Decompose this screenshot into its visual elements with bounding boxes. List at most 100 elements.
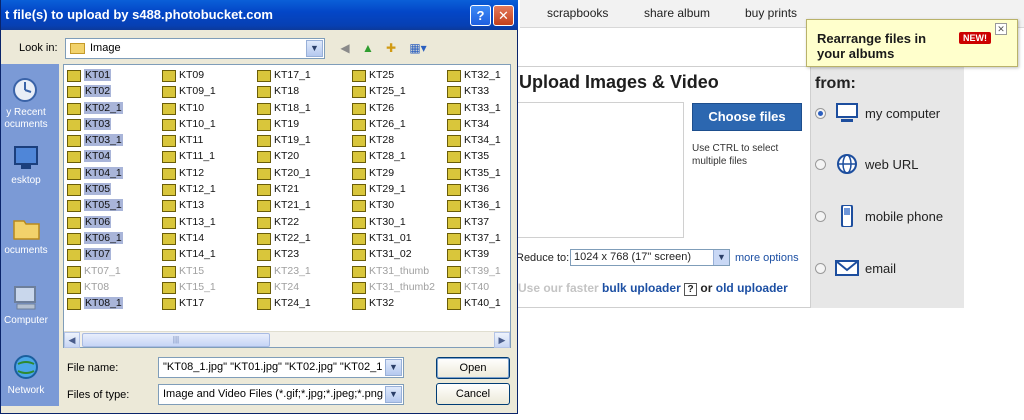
file-item[interactable]: KT21_1 — [255, 198, 343, 214]
file-item[interactable]: KT32 — [350, 296, 438, 312]
file-item[interactable]: KT06_1 — [65, 231, 153, 247]
file-item[interactable]: KT30 — [350, 198, 438, 214]
file-item[interactable]: KT17 — [160, 296, 248, 312]
file-item[interactable]: KT14_1 — [160, 247, 248, 263]
file-item[interactable]: KT18 — [255, 84, 343, 100]
file-item[interactable]: KT10 — [160, 101, 248, 117]
file-item[interactable]: KT08_1 — [65, 296, 153, 312]
source-mobile-phone[interactable]: mobile phone — [815, 205, 960, 231]
file-item[interactable]: KT12 — [160, 166, 248, 182]
place-recent-documents[interactable]: y Recent ocuments — [1, 76, 59, 142]
file-item[interactable]: KT29_1 — [350, 182, 438, 198]
new-folder-icon[interactable]: ✚ — [382, 39, 400, 57]
file-item[interactable]: KT20_1 — [255, 166, 343, 182]
file-item[interactable]: KT11 — [160, 133, 248, 149]
nav-buy-prints-link[interactable]: buy prints — [745, 6, 797, 20]
reduce-size-select[interactable]: 1024 x 768 (17" screen) ▼ — [570, 249, 730, 266]
scroll-right-button[interactable]: ▶ — [494, 332, 510, 348]
chevron-down-icon[interactable]: ▼ — [385, 359, 402, 376]
source-radio[interactable] — [815, 108, 826, 119]
file-item[interactable]: KT22 — [255, 215, 343, 231]
file-item[interactable]: KT03_1 — [65, 133, 153, 149]
look-in-select[interactable]: Image ▼ — [65, 38, 325, 59]
bulk-uploader-link[interactable]: bulk uploader — [602, 281, 681, 295]
file-item[interactable]: KT02 — [65, 84, 153, 100]
file-item[interactable]: KT21 — [255, 182, 343, 198]
help-icon[interactable]: ? — [684, 283, 698, 296]
file-name-input[interactable]: "KT08_1.jpg" "KT01.jpg" "KT02.jpg" "KT02… — [158, 357, 404, 378]
file-item[interactable]: KT02_1 — [65, 101, 153, 117]
file-item[interactable]: KT32_1 — [445, 68, 510, 84]
file-item[interactable]: KT36_1 — [445, 198, 510, 214]
file-item[interactable]: KT40_1 — [445, 296, 510, 312]
up-folder-icon[interactable]: ▲ — [359, 39, 377, 57]
more-options-link[interactable]: more options — [735, 252, 799, 264]
file-item[interactable]: KT23 — [255, 247, 343, 263]
file-item[interactable]: KT35 — [445, 149, 510, 165]
file-item[interactable]: KT18_1 — [255, 101, 343, 117]
place-my-computer[interactable]: Computer — [1, 284, 59, 350]
file-item[interactable]: KT37 — [445, 215, 510, 231]
close-button[interactable]: ✕ — [493, 5, 514, 26]
file-item[interactable]: KT06 — [65, 215, 153, 231]
file-item[interactable]: KT35_1 — [445, 166, 510, 182]
file-item[interactable]: KT34_1 — [445, 133, 510, 149]
file-item[interactable]: KT30_1 — [350, 215, 438, 231]
old-uploader-link[interactable]: old uploader — [716, 281, 788, 295]
file-item[interactable]: KT05 — [65, 182, 153, 198]
nav-share-album-link[interactable]: share album — [644, 6, 710, 20]
file-item[interactable]: KT19 — [255, 117, 343, 133]
file-item[interactable]: KT25 — [350, 68, 438, 84]
choose-files-button[interactable]: Choose files — [692, 103, 802, 131]
file-item[interactable]: KT15_1 — [160, 280, 248, 296]
place-desktop[interactable]: esktop — [1, 144, 59, 210]
file-item[interactable]: KT15 — [160, 264, 248, 280]
file-item[interactable]: KT17_1 — [255, 68, 343, 84]
file-item[interactable]: KT04 — [65, 149, 153, 165]
file-item[interactable]: KT37_1 — [445, 231, 510, 247]
file-type-select[interactable]: Image and Video Files (*.gif;*.jpg;*.jpe… — [158, 384, 404, 405]
file-item[interactable]: KT40 — [445, 280, 510, 296]
horizontal-scrollbar[interactable]: ◀ ||| ▶ — [64, 331, 510, 348]
source-my-computer[interactable]: my computer — [815, 102, 960, 128]
file-item[interactable]: KT28_1 — [350, 149, 438, 165]
cancel-button[interactable]: Cancel — [436, 383, 510, 405]
file-item[interactable]: KT20 — [255, 149, 343, 165]
file-item[interactable]: KT07_1 — [65, 264, 153, 280]
file-item[interactable]: KT09_1 — [160, 84, 248, 100]
file-item[interactable]: KT33_1 — [445, 101, 510, 117]
view-menu-icon[interactable]: ▦▾ — [405, 39, 431, 57]
open-button[interactable]: Open — [436, 357, 510, 379]
file-item[interactable]: KT07 — [65, 247, 153, 263]
file-item[interactable]: KT09 — [160, 68, 248, 84]
dialog-titlebar[interactable]: t file(s) to upload by s488.photobucket.… — [1, 0, 518, 30]
file-item[interactable]: KT08 — [65, 280, 153, 296]
place-network[interactable]: Network — [1, 354, 59, 420]
file-item[interactable]: KT34 — [445, 117, 510, 133]
scroll-left-button[interactable]: ◀ — [64, 332, 80, 348]
chevron-down-icon[interactable]: ▼ — [385, 386, 402, 403]
file-item[interactable]: KT04_1 — [65, 166, 153, 182]
file-list[interactable]: KT01 KT02 KT02_1 KT03 KT03_1 KT04 KT04_1 KT05 KT… — [63, 64, 511, 348]
source-radio[interactable] — [815, 159, 826, 170]
file-item[interactable]: KT11_1 — [160, 149, 248, 165]
file-item[interactable]: KT31_thumb2 — [350, 280, 438, 296]
close-icon[interactable]: ✕ — [995, 23, 1007, 35]
file-item[interactable]: KT33 — [445, 84, 510, 100]
file-item[interactable]: KT26 — [350, 101, 438, 117]
file-item[interactable]: KT31_02 — [350, 247, 438, 263]
file-item[interactable]: KT19_1 — [255, 133, 343, 149]
file-item[interactable]: KT14 — [160, 231, 248, 247]
scroll-thumb[interactable]: ||| — [82, 333, 270, 347]
file-item[interactable]: KT29 — [350, 166, 438, 182]
source-email[interactable]: email — [815, 257, 960, 283]
file-item[interactable]: KT26_1 — [350, 117, 438, 133]
nav-scrapbooks-link[interactable]: scrapbooks — [547, 6, 608, 20]
file-item[interactable]: KT13 — [160, 198, 248, 214]
file-item[interactable]: KT13_1 — [160, 215, 248, 231]
source-radio[interactable] — [815, 263, 826, 274]
file-item[interactable]: KT24_1 — [255, 296, 343, 312]
source-web-url[interactable]: web URL — [815, 153, 960, 179]
file-item[interactable]: KT28 — [350, 133, 438, 149]
file-item[interactable]: KT25_1 — [350, 84, 438, 100]
